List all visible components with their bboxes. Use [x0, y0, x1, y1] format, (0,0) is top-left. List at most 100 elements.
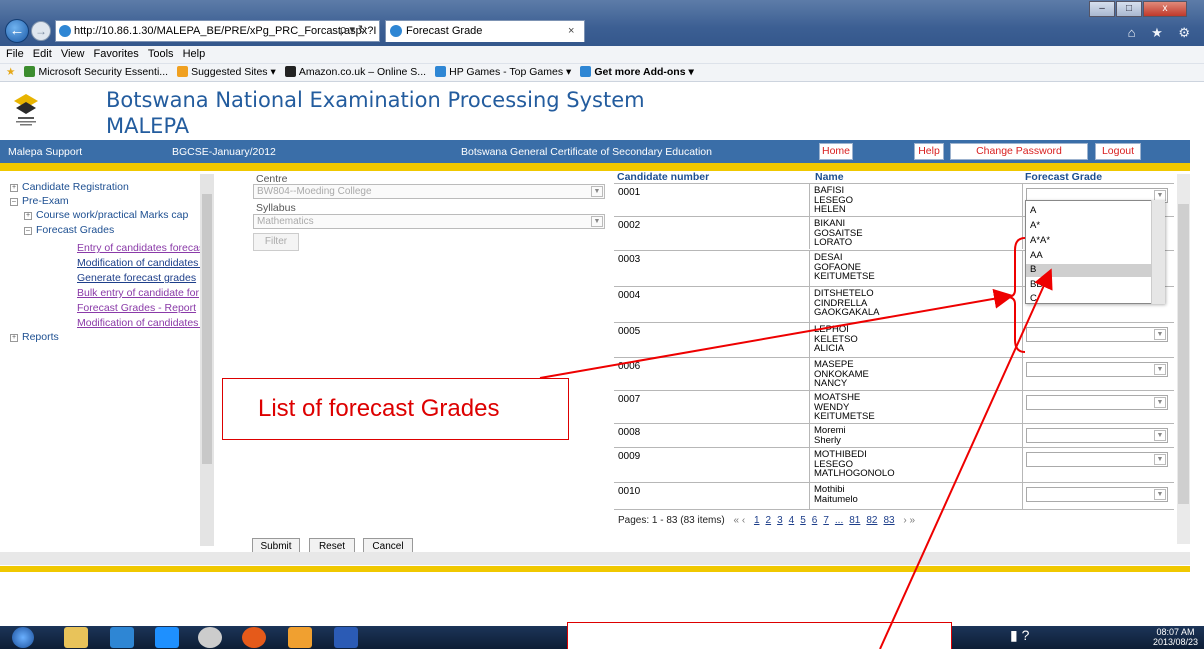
- fav-suggested-sites[interactable]: Suggested Sites ▾: [177, 64, 276, 81]
- home-star-gear-icons[interactable]: ⌂ ★ ⚙: [1128, 25, 1196, 41]
- page-vertical-scrollbar[interactable]: [1190, 82, 1204, 627]
- back-button[interactable]: ←: [5, 19, 29, 43]
- fav-security-essentials[interactable]: Microsoft Security Essenti...: [24, 64, 168, 81]
- filter-button[interactable]: Filter: [253, 233, 299, 251]
- tray-icons[interactable]: ▮ ?: [1010, 627, 1050, 648]
- pager-next-buttons[interactable]: › »: [903, 515, 915, 526]
- internet-explorer-icon[interactable]: [110, 627, 134, 648]
- ie-icon: [390, 25, 402, 37]
- menu-edit[interactable]: Edit: [33, 46, 52, 63]
- grade-select[interactable]: ▼: [1026, 395, 1168, 410]
- forward-button[interactable]: →: [31, 21, 51, 41]
- collapse-icon[interactable]: –: [10, 198, 18, 206]
- tree-course-work[interactable]: + Course work/practical Marks cap: [24, 209, 188, 221]
- chevron-down-icon[interactable]: ▼: [591, 186, 603, 197]
- page-link[interactable]: 2: [766, 515, 772, 526]
- help-button[interactable]: Help: [914, 143, 944, 160]
- grade-option[interactable]: A: [1030, 205, 1036, 216]
- grade-option-selected[interactable]: B: [1026, 264, 1152, 277]
- page-link[interactable]: 5: [800, 515, 806, 526]
- scroll-thumb[interactable]: [1178, 204, 1189, 504]
- malepa-support-link[interactable]: Malepa Support: [8, 146, 82, 158]
- collapse-icon[interactable]: –: [24, 227, 32, 235]
- logout-button[interactable]: Logout: [1095, 143, 1141, 160]
- pager-summary: Pages: 1 - 83 (83 items): [618, 515, 725, 526]
- tab-forecast-grade[interactable]: Forecast Grade ×: [385, 20, 585, 42]
- menu-view[interactable]: View: [61, 46, 85, 63]
- grade-select[interactable]: ▼: [1026, 428, 1168, 443]
- grid-scrollbar[interactable]: [1177, 174, 1190, 544]
- horizontal-scrollbar[interactable]: [0, 552, 1190, 565]
- header-candidate-number: Candidate number: [617, 171, 710, 183]
- tree-item-modification-2[interactable]: Modification of candidates f: [77, 317, 204, 329]
- tree-forecast-grades[interactable]: – Forecast Grades: [24, 224, 114, 236]
- tree-pre-exam[interactable]: – Pre-Exam: [10, 195, 69, 207]
- syllabus-select[interactable]: Mathematics ▼: [253, 214, 605, 229]
- address-controls[interactable]: ρ ▾ ↻: [340, 20, 380, 42]
- chevron-down-icon[interactable]: ▼: [1154, 430, 1166, 441]
- word-icon[interactable]: [334, 627, 358, 648]
- fav-add-ons[interactable]: Get more Add-ons ▾: [580, 64, 694, 81]
- grade-option[interactable]: A*A*: [1030, 235, 1050, 246]
- tree-item-entry-forecast[interactable]: Entry of candidates forecas: [77, 242, 204, 254]
- tree-scrollbar[interactable]: [200, 174, 214, 546]
- chevron-down-icon[interactable]: ▼: [591, 216, 603, 227]
- menu-favorites[interactable]: Favorites: [94, 46, 139, 63]
- expand-icon[interactable]: +: [10, 334, 18, 342]
- tree-item-bulk-entry[interactable]: Bulk entry of candidate for: [77, 287, 199, 299]
- app-icon[interactable]: [242, 627, 266, 648]
- minimize-button[interactable]: –: [1089, 1, 1115, 17]
- grade-select[interactable]: ▼: [1026, 452, 1168, 467]
- menu-file[interactable]: File: [6, 46, 24, 63]
- address-bar[interactable]: http://10.86.1.30/MALEPA_BE/PRE/xPg_PRC_…: [55, 20, 380, 42]
- close-tab-icon[interactable]: ×: [568, 21, 574, 41]
- outlook-icon[interactable]: [288, 627, 312, 648]
- menu-help[interactable]: Help: [183, 46, 206, 63]
- fav-amazon[interactable]: Amazon.co.uk – Online S...: [284, 64, 426, 81]
- grade-option[interactable]: AA: [1030, 250, 1043, 261]
- expand-icon[interactable]: +: [24, 212, 32, 220]
- grade-option[interactable]: BB: [1030, 279, 1043, 290]
- start-button-icon[interactable]: [12, 627, 34, 648]
- menu-tools[interactable]: Tools: [148, 46, 174, 63]
- change-password-button[interactable]: Change Password: [950, 143, 1088, 160]
- tree-candidate-registration[interactable]: + Candidate Registration: [10, 181, 129, 193]
- page-link[interactable]: 4: [789, 515, 795, 526]
- chevron-down-icon[interactable]: ▼: [1154, 329, 1166, 340]
- chevron-down-icon[interactable]: ▼: [1154, 397, 1166, 408]
- pager-prev-buttons[interactable]: « ‹: [734, 515, 746, 526]
- chevron-down-icon[interactable]: ▼: [1154, 489, 1166, 500]
- maximize-button[interactable]: □: [1116, 1, 1142, 17]
- tree-reports[interactable]: + Reports: [10, 331, 59, 343]
- dropdown-scrollbar[interactable]: [1151, 200, 1165, 304]
- chevron-down-icon[interactable]: ▼: [1154, 454, 1166, 465]
- scroll-thumb[interactable]: [202, 194, 212, 464]
- tree-item-generate[interactable]: Generate forecast grades: [77, 272, 196, 284]
- tree-item-modification-1[interactable]: Modification of candidates f: [77, 257, 204, 269]
- file-explorer-icon[interactable]: [64, 627, 88, 648]
- grade-option[interactable]: C: [1030, 293, 1037, 304]
- favorites-star-icon[interactable]: ★: [6, 64, 15, 81]
- home-button[interactable]: Home: [819, 143, 853, 160]
- expand-icon[interactable]: +: [10, 184, 18, 192]
- close-window-button[interactable]: x: [1143, 1, 1187, 17]
- grade-option[interactable]: A*: [1030, 220, 1040, 231]
- page-link[interactable]: 1: [754, 515, 760, 526]
- grade-select[interactable]: ▼: [1026, 487, 1168, 502]
- system-clock[interactable]: 08:07 AM 2013/08/23: [1153, 627, 1198, 647]
- page-link[interactable]: 83: [883, 515, 894, 526]
- chevron-down-icon[interactable]: ▼: [1154, 364, 1166, 375]
- page-link[interactable]: 81: [849, 515, 860, 526]
- tree-item-report[interactable]: Forecast Grades - Report: [77, 302, 196, 314]
- app-icon[interactable]: [198, 627, 222, 648]
- page-link[interactable]: 7: [823, 515, 829, 526]
- page-link[interactable]: ...: [835, 515, 843, 526]
- grade-select[interactable]: ▼: [1026, 327, 1168, 342]
- fav-hp-games[interactable]: HP Games - Top Games ▾: [435, 64, 571, 81]
- media-player-icon[interactable]: [155, 627, 179, 648]
- page-link[interactable]: 82: [866, 515, 877, 526]
- page-link[interactable]: 6: [812, 515, 818, 526]
- grade-select[interactable]: ▼: [1026, 362, 1168, 377]
- centre-select[interactable]: BW804--Moeding College ▼: [253, 184, 605, 199]
- page-link[interactable]: 3: [777, 515, 783, 526]
